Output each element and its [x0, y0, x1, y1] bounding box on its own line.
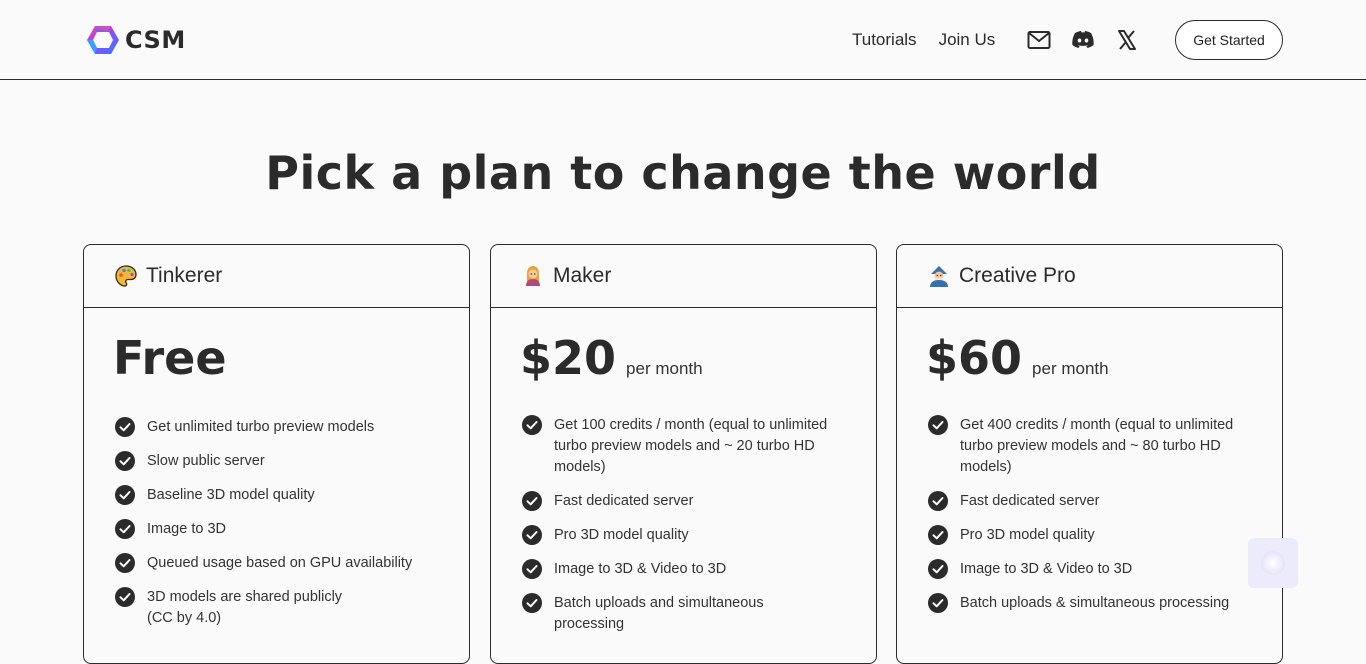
check-circle-icon: [928, 491, 948, 511]
feature-list: Get unlimited turbo preview models Slow …: [115, 417, 445, 642]
check-circle-icon: [115, 553, 135, 573]
brand-logo[interactable]: CSM: [85, 24, 186, 56]
feature-text: Image to 3D & Video to 3D: [960, 561, 1133, 577]
feature-text: Pro 3D model quality: [554, 527, 689, 543]
feature-text: Slow public server: [147, 453, 265, 469]
feature-text: 3D models are shared publicly (CC by 4.0…: [147, 589, 343, 626]
feature-item: Pro 3D model quality: [928, 525, 1258, 546]
feature-list: Get 400 credits / month (equal to unlimi…: [928, 415, 1258, 627]
feature-item: Queued usage based on GPU availability: [115, 553, 445, 574]
check-circle-icon: [928, 525, 948, 545]
check-circle-icon: [115, 519, 135, 539]
plan-name: Maker: [553, 264, 612, 287]
feature-text: Get 100 credits / month (equal to unlimi…: [554, 417, 828, 475]
feature-item: Get 100 credits / month (equal to unlimi…: [522, 415, 852, 478]
feature-item: Batch uploads & simultaneous processing: [928, 593, 1258, 614]
plan-name: Creative Pro: [959, 264, 1076, 287]
nav-link-join-us[interactable]: Join Us: [939, 30, 996, 50]
check-circle-icon: [928, 559, 948, 579]
discord-icon[interactable]: [1071, 28, 1095, 52]
site-header: CSM Tutorials Join Us Get Started: [0, 0, 1366, 80]
mail-icon[interactable]: [1027, 28, 1051, 52]
plan-name: Tinkerer: [146, 264, 223, 287]
plan-price: $60: [926, 331, 1023, 385]
price-row: $20 per month: [520, 331, 703, 385]
plan-card-tinkerer: Tinkerer Free Get unlimited turbo previe…: [83, 244, 470, 664]
brand-name: CSM: [125, 26, 186, 54]
feature-item: Slow public server: [115, 451, 445, 472]
price-row: Free: [113, 331, 227, 385]
feature-text: Image to 3D: [147, 521, 226, 537]
plan-header: Maker: [491, 245, 876, 308]
check-circle-icon: [928, 415, 948, 435]
feature-text: Batch uploads & simultaneous processing: [960, 595, 1230, 611]
check-circle-icon: [522, 415, 542, 435]
mage-icon: [927, 264, 951, 288]
chat-icon: [1261, 551, 1285, 575]
feature-item: Baseline 3D model quality: [115, 485, 445, 506]
person-icon: [521, 264, 545, 288]
feature-text: Get unlimited turbo preview models: [147, 419, 375, 435]
billing-period: per month: [626, 359, 703, 378]
feature-text: Batch uploads and simultaneous processin…: [554, 595, 764, 632]
feature-text: Pro 3D model quality: [960, 527, 1095, 543]
check-circle-icon: [522, 593, 542, 613]
check-circle-icon: [115, 587, 135, 607]
check-circle-icon: [522, 559, 542, 579]
plan-header: Tinkerer: [84, 245, 469, 308]
feature-text: Fast dedicated server: [554, 493, 694, 509]
check-circle-icon: [522, 491, 542, 511]
feature-item: Fast dedicated server: [928, 491, 1258, 512]
check-circle-icon: [522, 525, 542, 545]
check-circle-icon: [115, 417, 135, 437]
check-circle-icon: [115, 451, 135, 471]
billing-period: per month: [1032, 359, 1109, 378]
check-circle-icon: [115, 485, 135, 505]
feature-item: Batch uploads and simultaneous processin…: [522, 593, 852, 635]
feature-item: Get 400 credits / month (equal to unlimi…: [928, 415, 1258, 478]
csm-logo-icon: [87, 26, 119, 54]
feature-item: Image to 3D & Video to 3D: [928, 559, 1258, 580]
feature-text: Get 400 credits / month (equal to unlimi…: [960, 417, 1234, 475]
plan-price: Free: [113, 331, 227, 385]
feature-item: Image to 3D & Video to 3D: [522, 559, 852, 580]
feature-item: Image to 3D: [115, 519, 445, 540]
x-icon[interactable]: [1115, 28, 1139, 52]
plan-header: Creative Pro: [897, 245, 1282, 308]
page-title: Pick a plan to change the world: [265, 146, 1101, 200]
feature-item: Pro 3D model quality: [522, 525, 852, 546]
plan-card-maker: Maker $20 per month Get 100 credits / mo…: [490, 244, 877, 664]
check-circle-icon: [928, 593, 948, 613]
plan-price: $20: [520, 331, 617, 385]
feature-text: Fast dedicated server: [960, 493, 1100, 509]
feature-item: 3D models are shared publicly (CC by 4.0…: [115, 587, 445, 629]
price-row: $60 per month: [926, 331, 1109, 385]
feature-text: Baseline 3D model quality: [147, 487, 315, 503]
feature-item: Get unlimited turbo preview models: [115, 417, 445, 438]
get-started-button[interactable]: Get Started: [1175, 20, 1283, 60]
chat-widget-button[interactable]: [1248, 538, 1298, 588]
feature-item: Fast dedicated server: [522, 491, 852, 512]
top-nav: Tutorials Join Us: [852, 20, 1139, 60]
plan-card-creative-pro: Creative Pro $60 per month Get 400 credi…: [896, 244, 1283, 664]
feature-text: Queued usage based on GPU availability: [147, 555, 413, 571]
palette-icon: [114, 264, 138, 288]
feature-list: Get 100 credits / month (equal to unlimi…: [522, 415, 852, 648]
feature-text: Image to 3D & Video to 3D: [554, 561, 727, 577]
nav-link-tutorials[interactable]: Tutorials: [852, 30, 917, 50]
